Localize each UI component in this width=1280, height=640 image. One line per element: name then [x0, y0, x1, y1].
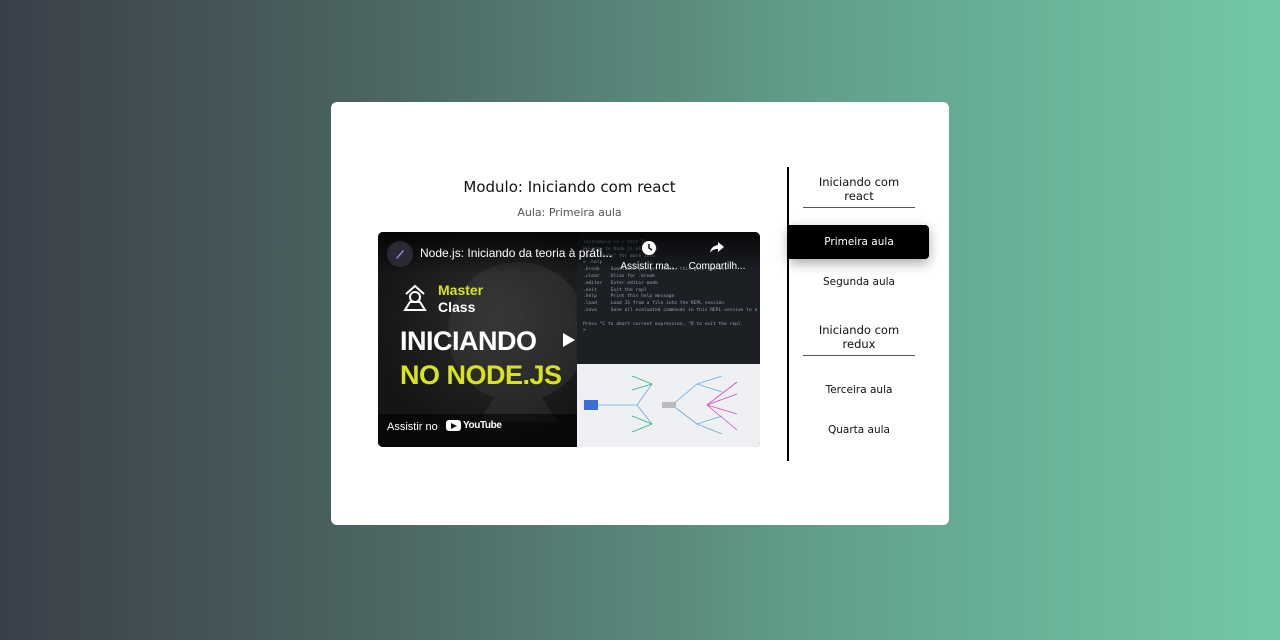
video-title[interactable]: Node.js: Iniciando da teoria à práti...	[420, 246, 620, 260]
watch-later-label: Assistir ma...	[620, 261, 678, 272]
share-label: Compartilh...	[688, 261, 746, 272]
thumbnail-class-text: Class	[438, 299, 476, 315]
clock-icon	[642, 241, 656, 255]
thumbnail-master-text: Master	[438, 282, 484, 298]
lesson-card: Modulo: Iniciando com react Aula: Primei…	[331, 102, 949, 525]
youtube-wordmark: YouTube	[463, 420, 502, 431]
thumbnail-headline-2: NO NODE.JS	[400, 360, 562, 390]
thumbnail-headline-1: INICIANDO	[400, 326, 537, 356]
share-button[interactable]: Compartilh...	[686, 240, 748, 272]
youtube-logo-icon	[446, 420, 461, 431]
lesson-item-quarta-aula[interactable]: Quarta aula	[789, 413, 929, 447]
share-icon	[710, 242, 724, 253]
lesson-item-segunda-aula[interactable]: Segunda aula	[789, 265, 929, 299]
watch-on-label[interactable]: Assistir no	[387, 421, 438, 433]
lesson-subtitle: Aula: Primeira aula	[517, 206, 622, 219]
channel-avatar-icon[interactable]	[387, 241, 413, 267]
section-title-redux: Iniciando com redux	[803, 323, 915, 356]
master-class-logo-icon	[400, 282, 430, 317]
video-player[interactable]: lastSample is — test Te Welcome to Node.…	[378, 232, 760, 447]
youtube-logo[interactable]: YouTube	[446, 420, 502, 431]
module-title: Modulo: Iniciando com react	[463, 178, 676, 196]
lesson-item-primeira-aula[interactable]: Primeira aula	[789, 225, 929, 259]
watch-later-button[interactable]: Assistir ma...	[618, 240, 680, 272]
section-title-react: Iniciando com react	[803, 175, 915, 208]
play-button[interactable]	[554, 328, 584, 352]
play-icon	[563, 333, 575, 347]
lesson-item-terceira-aula[interactable]: Terceira aula	[789, 373, 929, 407]
mindmap-image	[577, 364, 760, 447]
